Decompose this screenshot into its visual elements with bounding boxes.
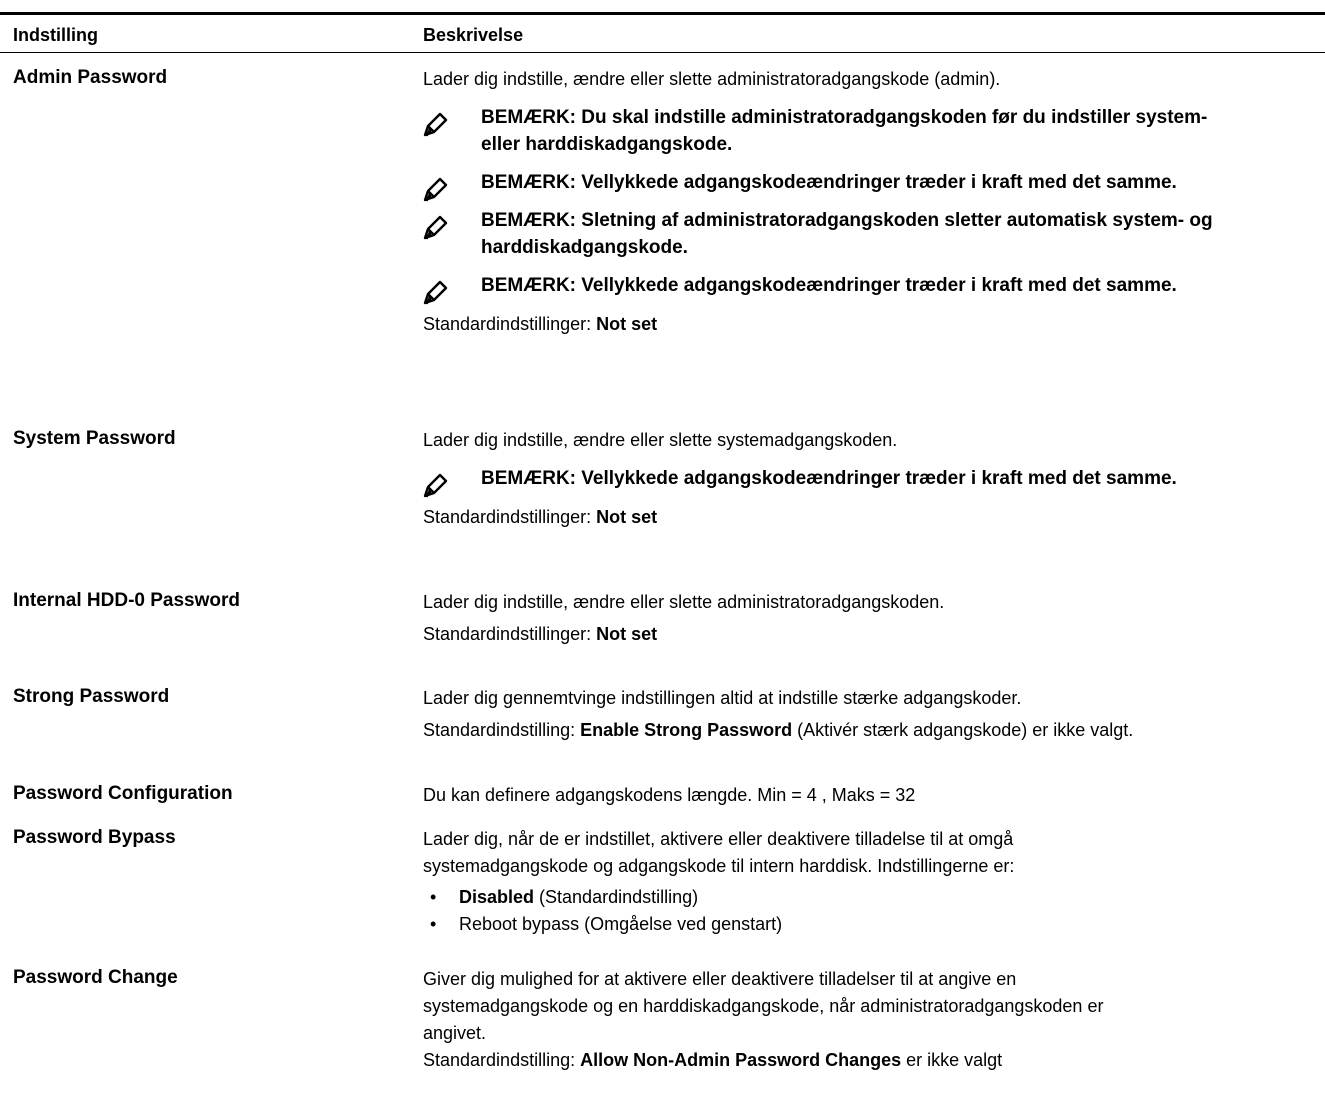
default-label: Standardindstillinger: [423, 507, 597, 527]
default-value: Not set [596, 314, 658, 334]
default-value: Enable Strong Password [580, 720, 793, 740]
default-label: Standardindstilling: [423, 1050, 581, 1070]
note-line: BEMÆRK: Sletning af administratoradgangs… [481, 210, 1213, 231]
setting-description: Lader dig gennemtvinge indstillingen alt… [423, 685, 1323, 744]
option-text: Reboot bypass (Omgåelse ved genstart) [459, 914, 783, 934]
default-label: Standardindstillinger: [423, 624, 597, 644]
default-setting: Standardindstilling: Enable Strong Passw… [423, 717, 1323, 744]
note-line: BEMÆRK: Du skal indstille administratora… [481, 107, 1208, 128]
option-rest: (Standardindstilling) [534, 887, 699, 907]
default-label: Standardindstillinger: [423, 314, 597, 334]
note-line: BEMÆRK: Vellykkede adgangskodeændringer … [481, 275, 1177, 296]
default-suffix: (Aktivér stærk adgangskode) er ikke valg… [792, 720, 1134, 740]
setting-name: Strong Password [13, 686, 170, 707]
setting-name: Password Change [13, 967, 178, 988]
header-setting: Indstilling [13, 25, 98, 45]
note-line: harddiskadgangskode. [481, 237, 688, 258]
setting-description: Lader dig indstille, ændre eller slette … [423, 427, 1323, 531]
pencil-note-icon [423, 215, 448, 240]
pencil-note-icon [423, 177, 448, 202]
bullet: • [430, 887, 437, 907]
setting-description: Lader dig, når de er indstillet, aktiver… [423, 826, 1323, 938]
note: BEMÆRK: Sletning af administratoradgangs… [423, 207, 1323, 261]
setting-name: Password Bypass [13, 827, 176, 848]
note: BEMÆRK: Du skal indstille administratora… [423, 104, 1323, 158]
note: BEMÆRK: Vellykkede adgangskodeændringer … [423, 465, 1323, 498]
pencil-note-icon [423, 112, 448, 137]
note: BEMÆRK: Vellykkede adgangskodeændringer … [423, 272, 1323, 305]
pencil-note-icon [423, 280, 448, 305]
header-rule [0, 52, 1325, 53]
options-list: • Disabled (Standardindstilling) • Reboot … [423, 884, 1323, 938]
description-text: Lader dig, når de er indstillet, aktiver… [423, 829, 1014, 849]
default-label: Standardindstilling: [423, 720, 581, 740]
setting-description: Giver dig mulighed for at aktivere eller… [423, 966, 1323, 1074]
default-setting: Standardindstillinger: Not set [423, 621, 1323, 648]
setting-name: Password Configuration [13, 783, 233, 804]
description-text: Du kan definere adgangskodens længde. Mi… [423, 785, 916, 805]
setting-description: Lader dig indstille, ændre eller slette … [423, 66, 1323, 338]
setting-name: Admin Password [13, 67, 168, 88]
default-value: Not set [596, 507, 658, 527]
description-text: angivet. [423, 1023, 487, 1043]
table-header: Indstilling Beskrivelse [0, 15, 1325, 52]
note-line: BEMÆRK: Vellykkede adgangskodeændringer … [481, 172, 1177, 193]
description-text: systemadgangskode og en harddiskadgangsk… [423, 996, 1104, 1016]
description-text: Lader dig indstille, ændre eller slette … [423, 430, 898, 450]
default-value: Allow Non-Admin Password Changes [580, 1050, 902, 1070]
pencil-note-icon [423, 473, 448, 498]
description-text: Lader dig indstille, ændre eller slette … [423, 69, 1001, 89]
default-setting: Standardindstilling: Allow Non-Admin Pas… [423, 1047, 1323, 1074]
setting-description: Lader dig indstille, ændre eller slette … [423, 589, 1323, 648]
setting-name: Internal HDD-0 Password [13, 590, 240, 611]
bullet: • [430, 914, 437, 934]
default-setting: Standardindstillinger: Not set [423, 311, 1323, 338]
list-item: • Reboot bypass (Omgåelse ved genstart) [423, 911, 1323, 938]
note-line: eller harddiskadgangskode. [481, 134, 733, 155]
default-setting: Standardindstillinger: Not set [423, 504, 1323, 531]
header-description: Beskrivelse [423, 25, 524, 45]
default-suffix: er ikke valgt [901, 1050, 1003, 1070]
description-text: Lader dig indstille, ændre eller slette … [423, 592, 945, 612]
description-text: Giver dig mulighed for at aktivere eller… [423, 969, 1017, 989]
option-bold: Disabled [459, 887, 535, 907]
note: BEMÆRK: Vellykkede adgangskodeændringer … [423, 169, 1323, 202]
setting-name: System Password [13, 428, 176, 449]
list-item: • Disabled (Standardindstilling) [423, 884, 1323, 911]
setting-description: Du kan definere adgangskodens længde. Mi… [423, 782, 1323, 809]
default-value: Not set [596, 624, 658, 644]
description-text: Lader dig gennemtvinge indstillingen alt… [423, 688, 1022, 708]
note-line: BEMÆRK: Vellykkede adgangskodeændringer … [481, 468, 1177, 489]
description-text: systemadgangskode og adgangskode til int… [423, 856, 1015, 876]
